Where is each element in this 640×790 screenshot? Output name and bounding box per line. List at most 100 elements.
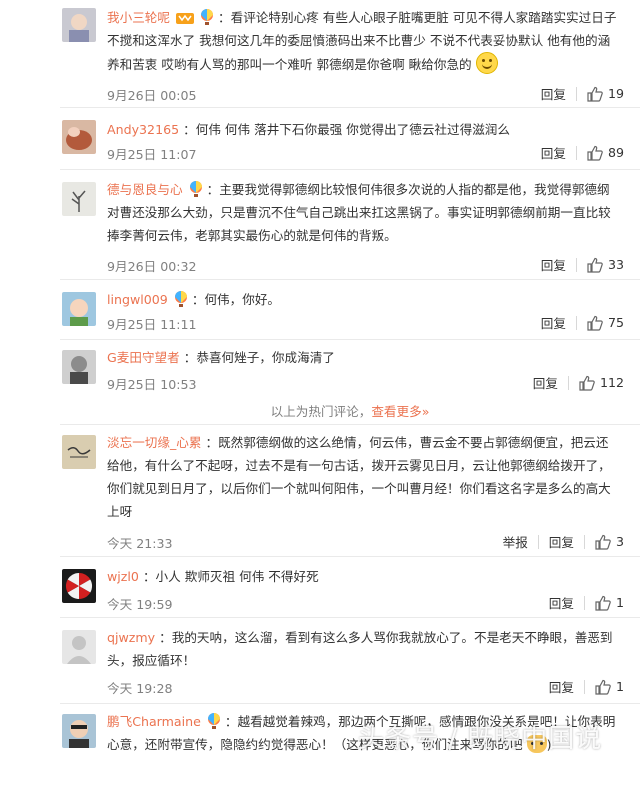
- comment-text: ：何伟，你好。: [191, 292, 280, 307]
- reply-button[interactable]: 回复: [541, 255, 566, 274]
- balloon-icon: [174, 291, 187, 307]
- hot-comments-label: 以上为热门评论，: [270, 404, 372, 419]
- action-separator: [583, 679, 585, 694]
- thumbs-up-icon: [579, 375, 595, 391]
- comment-time: 今天 19:28: [107, 681, 173, 696]
- comment-username[interactable]: 德与恩良与心: [107, 182, 183, 197]
- reply-button[interactable]: 回复: [541, 313, 566, 332]
- comment-item: lingwl009 ：何伟，你好。 9月25日 11:11 回复 75: [0, 280, 640, 340]
- reply-button[interactable]: 回复: [549, 593, 574, 612]
- balloon-icon: [189, 181, 202, 197]
- comment-time: 9月26日 00:32: [107, 259, 197, 274]
- user-avatar[interactable]: [62, 630, 96, 664]
- report-button[interactable]: 举报: [503, 532, 528, 551]
- thumbs-up-icon: [595, 679, 611, 695]
- like-count: 1: [615, 595, 624, 610]
- comment-item: wjzl0 ：小人 欺师灭祖 何伟 不得好死 今天 19:59 回复 1: [0, 557, 640, 618]
- comment-text: ：恭喜何矬子，你成海清了: [183, 350, 335, 365]
- comment-time: 今天 19:59: [107, 597, 173, 612]
- comment-time: 9月26日 00:05: [107, 88, 197, 103]
- comment-text: ：何伟 何伟 落井下石你最强 你觉得出了德云社过得滋润么: [183, 122, 510, 137]
- reply-button[interactable]: 回复: [549, 532, 574, 551]
- see-more-link[interactable]: 查看更多»: [371, 404, 429, 419]
- comment-item: 我小三轮呢 ：看评论特别心疼 有些人心眼子脏嘴更脏 可见不得人家踏踏实实过日子不…: [0, 0, 640, 108]
- action-separator: [575, 257, 577, 272]
- user-avatar[interactable]: [62, 569, 96, 603]
- comment-username[interactable]: 淡忘一切缘_心累: [107, 435, 201, 450]
- comment-body: 我小三轮呢 ：看评论特别心疼 有些人心眼子脏嘴更脏 可见不得人家踏踏实实过日子不…: [107, 6, 620, 76]
- balloon-icon: [207, 713, 220, 729]
- user-avatar[interactable]: [62, 714, 96, 748]
- comment-body: wjzl0 ：小人 欺师灭祖 何伟 不得好死: [107, 565, 620, 588]
- comment-time: 9月25日 10:53: [107, 377, 197, 392]
- comment-body: qjwzmy ：我的天呐，这么溜，看到有这么多人骂你我就放心了。不是老天不睁眼，…: [107, 626, 620, 672]
- comment-body: G麦田守望者 ：恭喜何矬子，你成海清了: [107, 346, 620, 369]
- comment-text: ：我的天呐，这么溜，看到有这么多人骂你我就放心了。不是老天不睁眼，善恶到头，报应…: [107, 630, 613, 668]
- comment-text: ：小人 欺师灭祖 何伟 不得好死: [142, 569, 319, 584]
- like-count: 3: [615, 534, 624, 549]
- thumbs-up-icon: [587, 315, 603, 331]
- action-separator: [575, 315, 577, 330]
- comment-time: 今天 21:33: [107, 536, 173, 551]
- like-button[interactable]: 1: [595, 679, 624, 695]
- comment-username[interactable]: Andy32165: [107, 122, 179, 137]
- user-avatar[interactable]: [62, 120, 96, 154]
- comment-text: ：主要我觉得郭德纲比较恨何伟很多次说的人指的都是他，我觉得郭德纲对曹还没那么大劲…: [107, 182, 611, 243]
- user-avatar[interactable]: [62, 435, 96, 469]
- like-button[interactable]: 1: [595, 595, 624, 611]
- like-button[interactable]: 75: [587, 315, 624, 331]
- like-count: 19: [607, 86, 624, 101]
- like-button[interactable]: 89: [587, 145, 624, 161]
- reply-button[interactable]: 回复: [549, 677, 574, 696]
- thumbs-up-icon: [587, 257, 603, 273]
- user-avatar[interactable]: [62, 292, 96, 326]
- like-count: 1: [615, 679, 624, 694]
- comment-item: qjwzmy ：我的天呐，这么溜，看到有这么多人骂你我就放心了。不是老天不睁眼，…: [0, 618, 640, 704]
- like-count: 75: [607, 315, 624, 330]
- reply-button[interactable]: 回复: [541, 143, 566, 162]
- reply-button[interactable]: 回复: [541, 84, 566, 103]
- action-separator: [583, 595, 585, 610]
- balloon-icon: [201, 9, 213, 25]
- comment-body: 德与恩良与心 ：主要我觉得郭德纲比较恨何伟很多次说的人指的都是他，我觉得郭德纲对…: [107, 178, 620, 247]
- user-avatar[interactable]: [62, 350, 96, 384]
- action-separator: [567, 375, 569, 390]
- member-badge-icon: [175, 13, 194, 24]
- comment-username[interactable]: 鹏飞Charmaine: [107, 714, 201, 729]
- like-button[interactable]: 19: [587, 86, 624, 102]
- thumbs-up-icon: [595, 595, 611, 611]
- like-button[interactable]: 33: [587, 257, 624, 273]
- comment-username[interactable]: lingwl009: [107, 292, 168, 307]
- user-avatar[interactable]: [62, 8, 96, 42]
- thumbs-up-icon: [595, 534, 611, 550]
- comment-username[interactable]: wjzl0: [107, 569, 139, 584]
- like-button[interactable]: 3: [595, 534, 624, 550]
- comment-username[interactable]: 我小三轮呢: [107, 10, 170, 25]
- comment-item: 德与恩良与心 ：主要我觉得郭德纲比较恨何伟很多次说的人指的都是他，我觉得郭德纲对…: [0, 170, 640, 280]
- action-separator: [575, 145, 577, 160]
- comment-time: 9月25日 11:07: [107, 147, 197, 162]
- comment-time: 9月25日 11:11: [107, 317, 197, 332]
- comment-body: lingwl009 ：何伟，你好。: [107, 288, 620, 311]
- comment-body: 淡忘一切缘_心累 ：既然郭德纲做的这么绝情，何云伟，曹云金不要占郭德纲便宜，把云…: [107, 431, 620, 523]
- comment-item: Andy32165 ：何伟 何伟 落井下石你最强 你觉得出了德云社过得滋润么 9…: [0, 108, 640, 170]
- hot-comments-divider: 以上为热门评论，查看更多»: [60, 400, 640, 424]
- like-count: 89: [607, 145, 624, 160]
- action-separator: [537, 534, 539, 549]
- thumbs-up-icon: [587, 145, 603, 161]
- comment-username[interactable]: G麦田守望者: [107, 350, 180, 365]
- watermark: 头条号 / 既晓中国说: [358, 724, 603, 754]
- comment-body: Andy32165 ：何伟 何伟 落井下石你最强 你觉得出了德云社过得滋润么: [107, 118, 620, 141]
- like-count: 112: [599, 375, 624, 390]
- like-button[interactable]: 112: [579, 375, 624, 391]
- comment-username[interactable]: qjwzmy: [107, 630, 155, 645]
- thumbs-up-icon: [587, 86, 603, 102]
- comment-item: 淡忘一切缘_心累 ：既然郭德纲做的这么绝情，何云伟，曹云金不要占郭德纲便宜，把云…: [0, 425, 640, 557]
- user-avatar[interactable]: [62, 182, 96, 216]
- action-separator: [575, 86, 577, 101]
- action-separator: [583, 534, 585, 549]
- comment-item: G麦田守望者 ：恭喜何矬子，你成海清了 9月25日 10:53 回复 112: [0, 340, 640, 400]
- like-count: 33: [607, 257, 624, 272]
- smiley-emoji-icon: [475, 52, 498, 74]
- reply-button[interactable]: 回复: [533, 373, 558, 392]
